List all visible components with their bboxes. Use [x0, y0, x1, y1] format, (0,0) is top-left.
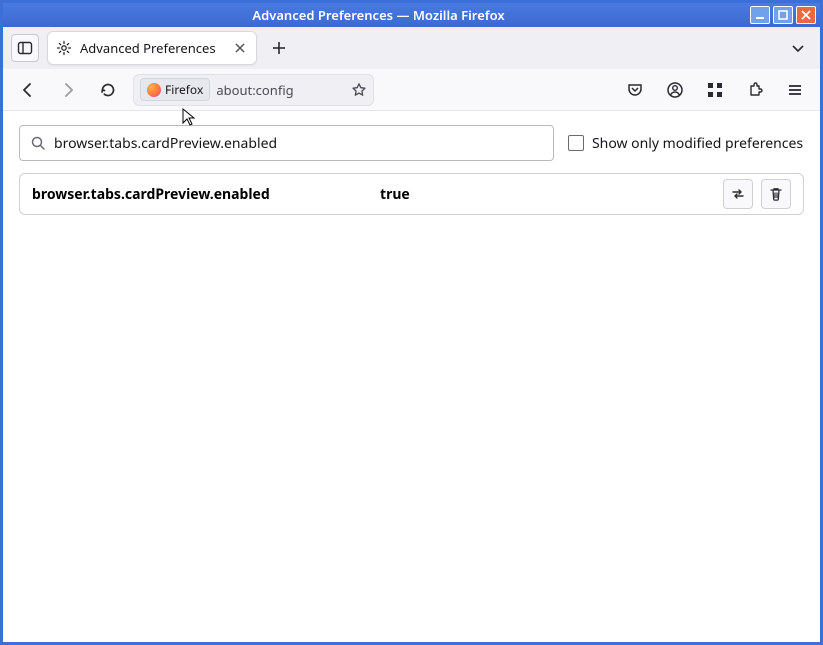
delete-button[interactable]	[761, 179, 791, 209]
bookmark-star-icon[interactable]	[351, 82, 367, 98]
preference-search-input[interactable]: browser.tabs.cardPreview.enabled	[19, 125, 554, 161]
toggle-button[interactable]	[723, 179, 753, 209]
search-row: browser.tabs.cardPreview.enabled Show on…	[19, 125, 804, 161]
pocket-button[interactable]	[620, 75, 650, 105]
search-icon	[30, 135, 46, 151]
minimize-button[interactable]	[750, 6, 770, 24]
reload-button[interactable]	[93, 75, 123, 105]
preference-name: browser.tabs.cardPreview.enabled	[32, 185, 372, 204]
maximize-button[interactable]	[773, 6, 793, 24]
checkbox-label: Show only modified preferences	[592, 134, 803, 153]
close-button[interactable]	[796, 6, 816, 24]
forward-button[interactable]	[53, 75, 83, 105]
search-value: browser.tabs.cardPreview.enabled	[54, 134, 277, 153]
tab-close-icon[interactable]	[232, 40, 248, 56]
tab-label: Advanced Preferences	[80, 39, 224, 57]
titlebar: Advanced Preferences — Mozilla Firefox	[3, 3, 820, 27]
preference-value: true	[380, 185, 715, 204]
back-button[interactable]	[13, 75, 43, 105]
firefox-badge: Firefox	[140, 78, 210, 101]
url-text: about:config	[216, 81, 293, 99]
nav-toolbar: Firefox about:config	[3, 69, 820, 111]
show-modified-checkbox[interactable]: Show only modified preferences	[568, 134, 803, 153]
url-bar[interactable]: Firefox about:config	[133, 74, 374, 106]
menu-button[interactable]	[780, 75, 810, 105]
new-tab-button[interactable]	[265, 34, 293, 62]
extensions-button[interactable]	[740, 75, 770, 105]
list-all-tabs-button[interactable]	[784, 34, 812, 62]
tab-advanced-preferences[interactable]: Advanced Preferences	[47, 31, 257, 65]
tab-strip: Advanced Preferences	[3, 27, 820, 69]
account-button[interactable]	[660, 75, 690, 105]
firefox-logo-icon	[147, 83, 161, 97]
checkbox-icon	[568, 135, 584, 151]
gear-icon	[56, 40, 72, 56]
badge-label: Firefox	[165, 81, 203, 98]
window-title: Advanced Preferences — Mozilla Firefox	[7, 6, 750, 24]
preference-row[interactable]: browser.tabs.cardPreview.enabled true	[19, 173, 804, 215]
sidebar-toggle-button[interactable]	[11, 34, 39, 62]
window-controls	[750, 6, 816, 24]
apps-button[interactable]	[700, 75, 730, 105]
about-config-content: browser.tabs.cardPreview.enabled Show on…	[3, 111, 820, 642]
window-frame: Advanced Preferences — Mozilla Firefox A…	[0, 0, 823, 645]
